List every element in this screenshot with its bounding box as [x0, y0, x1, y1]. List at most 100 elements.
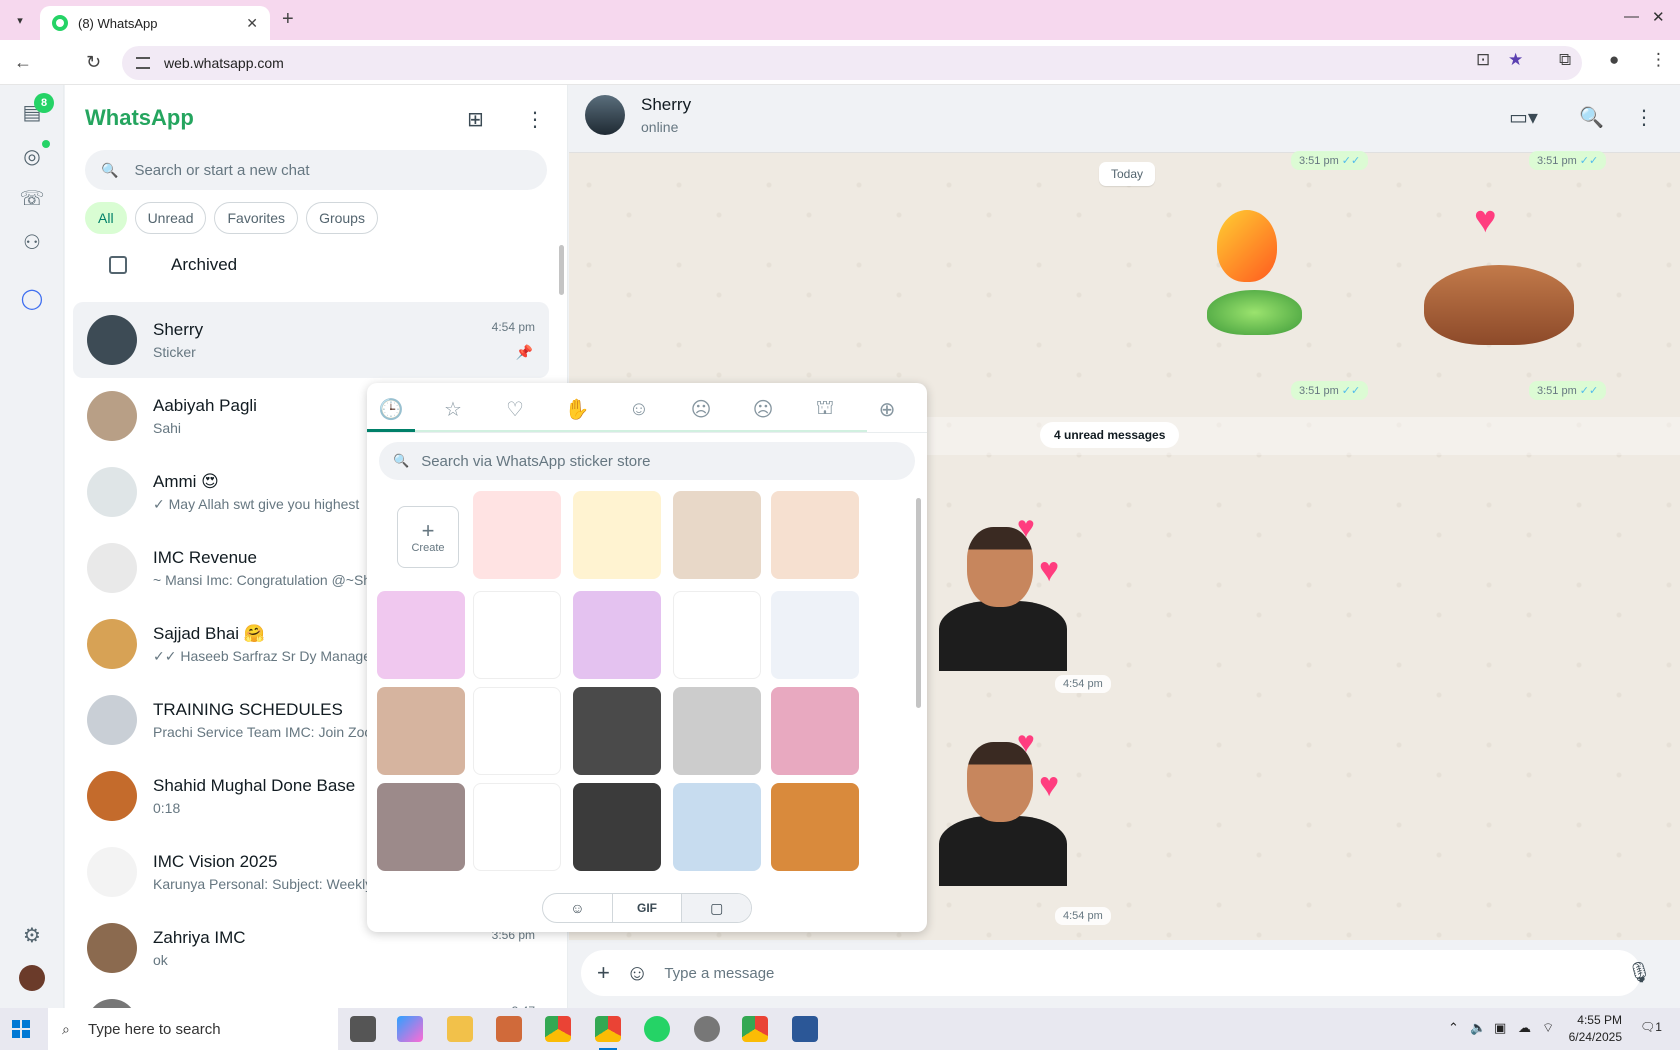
- taskbar-clock[interactable]: 4:55 PM 6/24/2025: [1569, 1012, 1622, 1046]
- favorites-star-icon[interactable]: ☆: [439, 395, 467, 423]
- status-icon[interactable]: ◎: [19, 143, 45, 169]
- filter-groups[interactable]: Groups: [306, 202, 378, 234]
- sticker-item[interactable]: [673, 783, 761, 871]
- sticker-item[interactable]: [473, 687, 561, 775]
- chat-preview: ok: [153, 952, 168, 968]
- notification-center-icon[interactable]: 🗨1: [1640, 1020, 1662, 1034]
- sticker-item[interactable]: [771, 591, 859, 679]
- chrome-icon[interactable]: [545, 1016, 571, 1042]
- sticker-message-capybara[interactable]: [1424, 235, 1574, 345]
- reload-icon[interactable]: ↻: [86, 52, 101, 73]
- filter-all[interactable]: All: [85, 202, 127, 234]
- greeting-hand-icon[interactable]: ✋: [563, 395, 591, 423]
- search-icon[interactable]: 🔍: [1579, 105, 1604, 130]
- volume-icon[interactable]: 🔈: [1470, 1020, 1486, 1036]
- sticker-item[interactable]: [673, 491, 761, 579]
- video-call-icon[interactable]: ▭▾: [1509, 105, 1538, 130]
- message-time: 3:51 pm ✓✓: [1529, 151, 1607, 170]
- app-icon[interactable]: [496, 1016, 522, 1042]
- sticker-item[interactable]: [573, 591, 661, 679]
- sticker-item[interactable]: [573, 491, 661, 579]
- sticker-item[interactable]: [377, 591, 465, 679]
- settings-icon[interactable]: ⚙: [19, 922, 45, 948]
- chat-search-input[interactable]: 🔍 Search or start a new chat: [85, 150, 547, 190]
- chrome-active-icon[interactable]: [595, 1016, 621, 1050]
- new-chat-icon[interactable]: ⊞: [467, 107, 484, 132]
- minimize-window-icon[interactable]: —: [1624, 8, 1639, 25]
- close-window-icon[interactable]: ✕: [1652, 8, 1665, 26]
- chat-list-scrollbar[interactable]: [559, 245, 564, 295]
- sticker-icon[interactable]: ☺: [626, 960, 648, 986]
- sticker-item[interactable]: [377, 783, 465, 871]
- tab-search-dropdown-icon[interactable]: ▾: [8, 8, 32, 32]
- emoji-tab-icon[interactable]: ☺: [543, 894, 613, 922]
- sticker-search-input[interactable]: 🔍 Search via WhatsApp sticker store: [379, 442, 915, 480]
- tab-track: [415, 430, 867, 432]
- meta-ai-icon[interactable]: ◯: [19, 285, 45, 311]
- sticker-grid-scrollbar[interactable]: [916, 498, 921, 708]
- chat-menu-icon[interactable]: ⋮: [1634, 105, 1654, 130]
- message-input[interactable]: Type a message: [664, 965, 774, 982]
- create-sticker-button[interactable]: + Create: [397, 506, 459, 568]
- communities-icon[interactable]: ⚇: [19, 229, 45, 255]
- contact-avatar[interactable]: [585, 95, 625, 135]
- bookmark-star-icon[interactable]: ★: [1508, 50, 1523, 70]
- gif-tab[interactable]: GIF: [613, 894, 683, 922]
- sticker-tab-icon[interactable]: ▢: [682, 894, 751, 922]
- extensions-icon[interactable]: ⧉: [1559, 50, 1571, 70]
- meet-icon[interactable]: ▣: [1494, 1020, 1506, 1036]
- archived-row[interactable]: Archived: [109, 255, 237, 275]
- sticker-item[interactable]: [771, 687, 859, 775]
- recent-icon[interactable]: 🕒: [377, 395, 405, 423]
- sticker-item[interactable]: [473, 591, 561, 679]
- sticker-item[interactable]: [673, 687, 761, 775]
- profile-avatar-icon[interactable]: [19, 965, 45, 991]
- microphone-icon[interactable]: 🎙: [1627, 960, 1652, 985]
- filter-unread[interactable]: Unread: [134, 202, 207, 234]
- menu-icon[interactable]: ⋮: [525, 107, 545, 132]
- tray-chevron-icon[interactable]: ⌃: [1448, 1020, 1459, 1036]
- profile-icon[interactable]: ●: [1609, 50, 1619, 70]
- browser-tab-whatsapp[interactable]: (8) WhatsApp ✕: [40, 6, 270, 40]
- whatsapp-icon[interactable]: [644, 1016, 670, 1042]
- chrome-profile-icon[interactable]: [742, 1016, 768, 1042]
- site-info-icon[interactable]: [136, 57, 150, 69]
- new-tab-button[interactable]: +: [282, 8, 294, 31]
- address-bar[interactable]: web.whatsapp.com: [122, 46, 1582, 80]
- filter-favorites[interactable]: Favorites: [214, 202, 299, 234]
- clock-app-icon[interactable]: [694, 1016, 720, 1042]
- message-input-box[interactable]: + ☺ Type a message: [581, 950, 1641, 996]
- celebrate-cake-icon[interactable]: ⛫: [811, 395, 839, 423]
- attach-plus-icon[interactable]: +: [597, 960, 610, 986]
- sticker-item[interactable]: [377, 687, 465, 775]
- love-heart-icon[interactable]: ♡: [501, 395, 529, 423]
- chat-list-item[interactable]: Sohail Sir IMC Hea3:47: [73, 986, 549, 1008]
- happy-face-icon[interactable]: ☺: [625, 395, 653, 423]
- sticker-item[interactable]: [771, 491, 859, 579]
- word-icon[interactable]: [792, 1016, 818, 1042]
- network-icon[interactable]: ☁: [1518, 1020, 1531, 1036]
- angry-face-icon[interactable]: ☹: [687, 395, 715, 423]
- sad-face-icon[interactable]: ☹: [749, 395, 777, 423]
- chat-list-item[interactable]: Sherry Sticker 4:54 pm 📌: [73, 302, 549, 378]
- taskbar-search-input[interactable]: ⌕ Type here to search: [48, 1008, 338, 1050]
- sticker-item[interactable]: [473, 491, 561, 579]
- sticker-item[interactable]: [771, 783, 859, 871]
- add-stickers-icon[interactable]: ⊕: [873, 395, 901, 423]
- back-icon[interactable]: ←: [14, 52, 32, 73]
- file-explorer-icon[interactable]: [447, 1016, 473, 1042]
- close-tab-icon[interactable]: ✕: [246, 15, 258, 32]
- windows-start-icon[interactable]: [12, 1020, 30, 1038]
- sticker-item[interactable]: [573, 687, 661, 775]
- browser-menu-icon[interactable]: ⋮: [1650, 50, 1667, 70]
- task-view-icon[interactable]: [350, 1016, 376, 1042]
- sticker-item[interactable]: [473, 783, 561, 871]
- copilot-icon[interactable]: [397, 1016, 423, 1042]
- install-app-icon[interactable]: ⊡: [1476, 50, 1490, 70]
- sticker-item[interactable]: [573, 783, 661, 871]
- sticker-message-mango[interactable]: [1197, 200, 1307, 350]
- conversation-header[interactable]: Sherry online ▭▾ 🔍 ⋮: [569, 85, 1680, 153]
- sticker-item[interactable]: [673, 591, 761, 679]
- wifi-icon[interactable]: ⌔: [1542, 1020, 1554, 1036]
- channels-icon[interactable]: ☏: [19, 185, 45, 211]
